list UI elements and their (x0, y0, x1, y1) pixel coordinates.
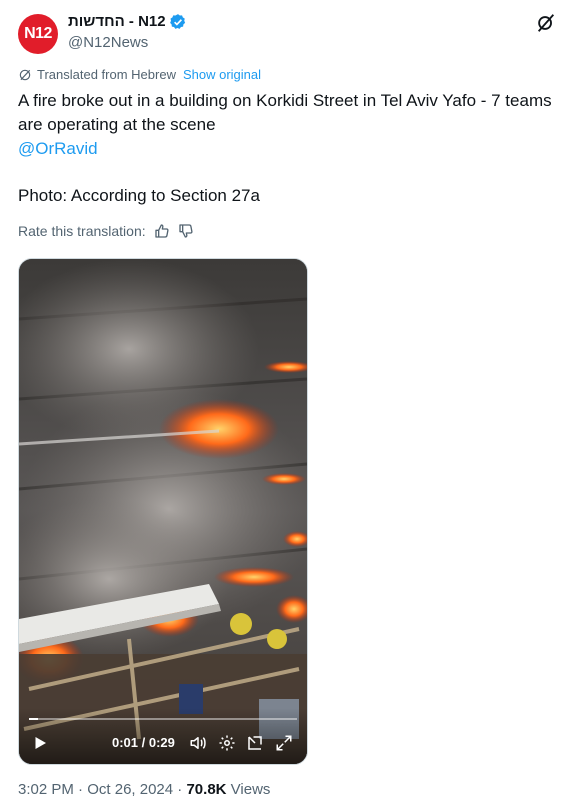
post-time[interactable]: 3:02 PM (18, 781, 74, 798)
play-icon[interactable] (31, 734, 49, 752)
verified-badge-icon (169, 14, 185, 29)
fullscreen-icon[interactable] (275, 734, 293, 752)
meta-separator: · (78, 781, 84, 798)
video-progress-fill (29, 718, 39, 720)
avatar-text: N12 (24, 25, 52, 42)
thumbs-down-icon[interactable] (178, 223, 194, 239)
rate-label: Rate this translation: (18, 223, 146, 239)
tweet-body: A fire broke out in a building on Korkid… (18, 91, 552, 134)
photo-credit: Photo: According to Section 27a (18, 186, 260, 205)
translated-label: Translated from Hebrew (37, 67, 176, 82)
translate-icon (19, 69, 31, 80)
post-date[interactable]: Oct 26, 2024 (87, 781, 173, 798)
rate-translation: Rate this translation: (18, 223, 194, 239)
views-count: 70.8K (186, 781, 227, 798)
video-player[interactable]: 0:01 / 0:29 (18, 258, 308, 765)
author-block: החדשות - N12 @N12News (68, 12, 187, 53)
author-name-row[interactable]: החדשות - N12 (68, 12, 187, 32)
author-handle[interactable]: @N12News (68, 33, 187, 53)
video-controls: 0:01 / 0:29 (19, 708, 307, 764)
mention-link[interactable]: @OrRavid (18, 139, 98, 158)
tweet-text: A fire broke out in a building on Korkid… (18, 89, 563, 208)
views-label: Views (230, 781, 271, 798)
tweet-meta: 3:02 PM · Oct 26, 2024 · 70.8K Views (18, 781, 270, 798)
fire-video-frame (19, 259, 307, 764)
picture-in-picture-icon[interactable] (246, 734, 264, 752)
translation-notice: Translated from Hebrew Show original (18, 67, 261, 82)
thumbs-up-icon[interactable] (154, 223, 170, 239)
display-name[interactable]: החדשות - N12 (68, 12, 166, 32)
video-progress-bar[interactable] (29, 718, 297, 720)
grok-icon[interactable] (535, 12, 557, 34)
meta-separator-2: · (177, 781, 183, 798)
volume-icon[interactable] (189, 734, 207, 752)
avatar[interactable]: N12 (18, 14, 58, 54)
show-original-link[interactable]: Show original (183, 67, 261, 82)
tweet-header: N12 החדשות - N12 @N12News (18, 10, 557, 54)
video-time: 0:01 / 0:29 (112, 735, 175, 750)
settings-gear-icon[interactable] (218, 734, 236, 752)
